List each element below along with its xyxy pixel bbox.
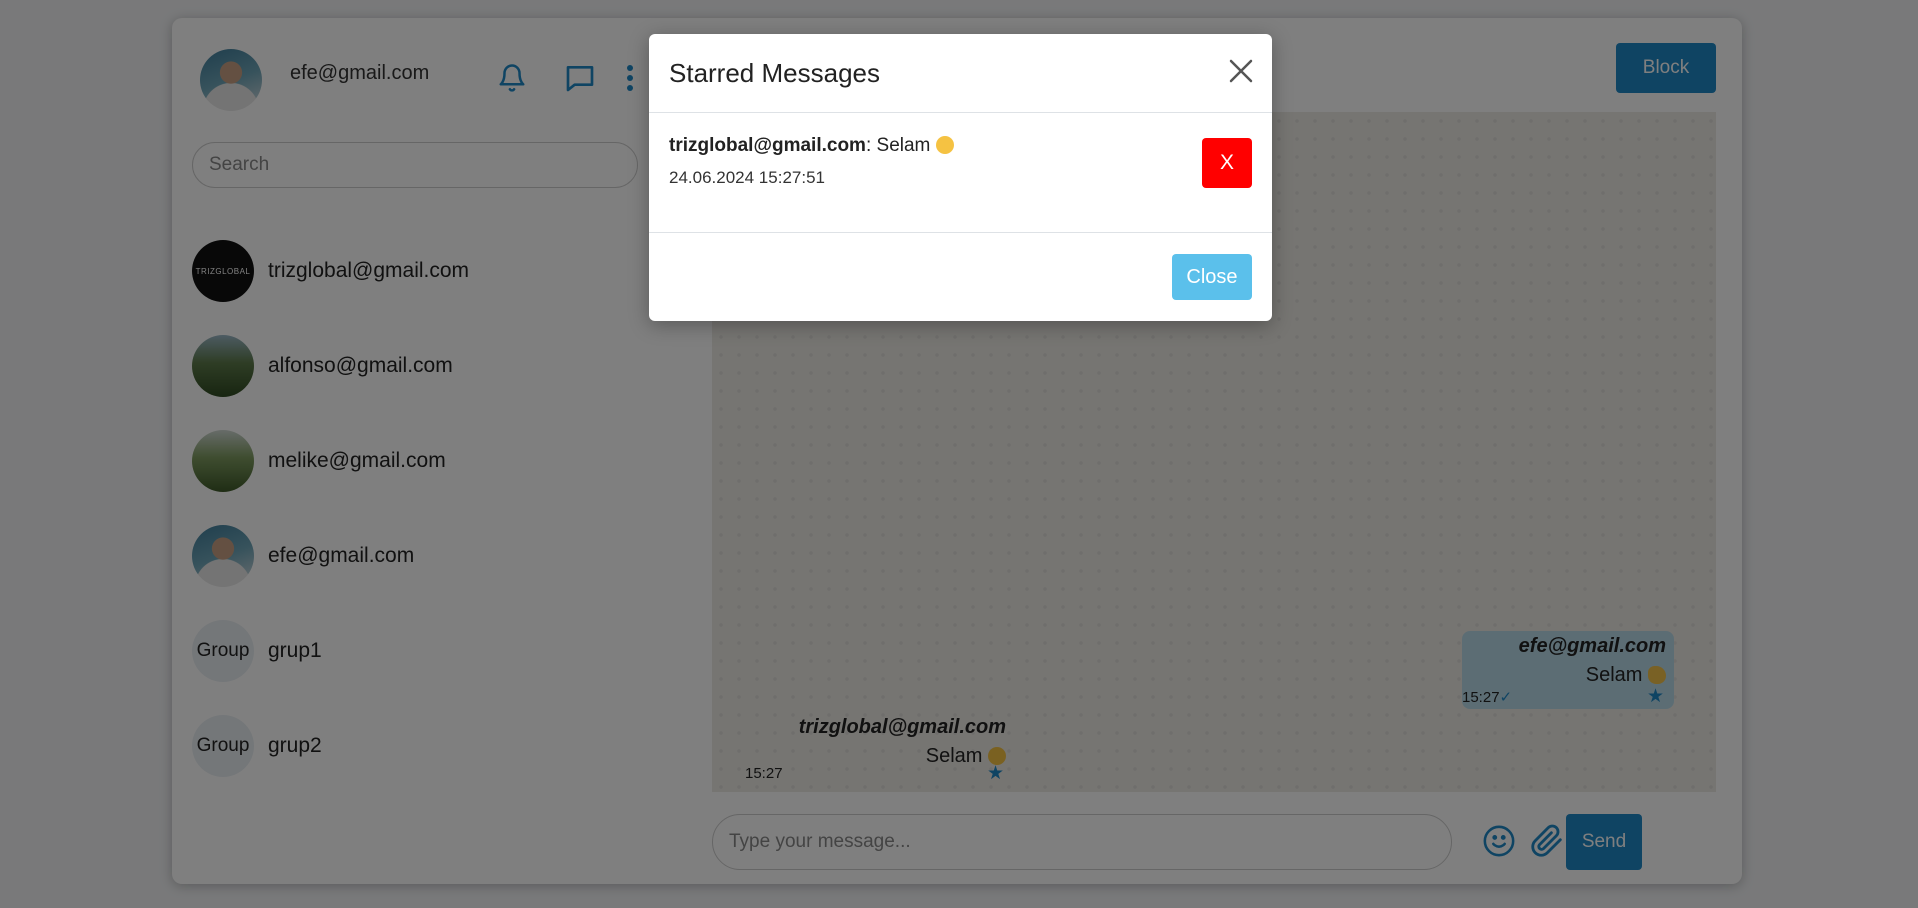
starred-message-sender: trizglobal@gmail.com: [669, 135, 866, 156]
close-button[interactable]: Close: [1172, 254, 1252, 300]
starred-message-text: Selam: [876, 135, 931, 156]
starred-message-separator: :: [865, 135, 877, 156]
remove-star-button[interactable]: X: [1202, 138, 1252, 188]
close-icon[interactable]: [1226, 56, 1256, 86]
smiling-emoji-icon: [935, 136, 954, 154]
starred-messages-modal: Starred Messages trizglobal@gmail.com: S…: [649, 34, 1272, 321]
starred-message-date: 24.06.2024 15:27:51: [669, 168, 825, 187]
modal-title: Starred Messages: [669, 58, 880, 88]
starred-message-item: trizglobal@gmail.com: Selam: [669, 135, 954, 157]
divider: [649, 112, 1272, 113]
divider: [649, 232, 1272, 233]
